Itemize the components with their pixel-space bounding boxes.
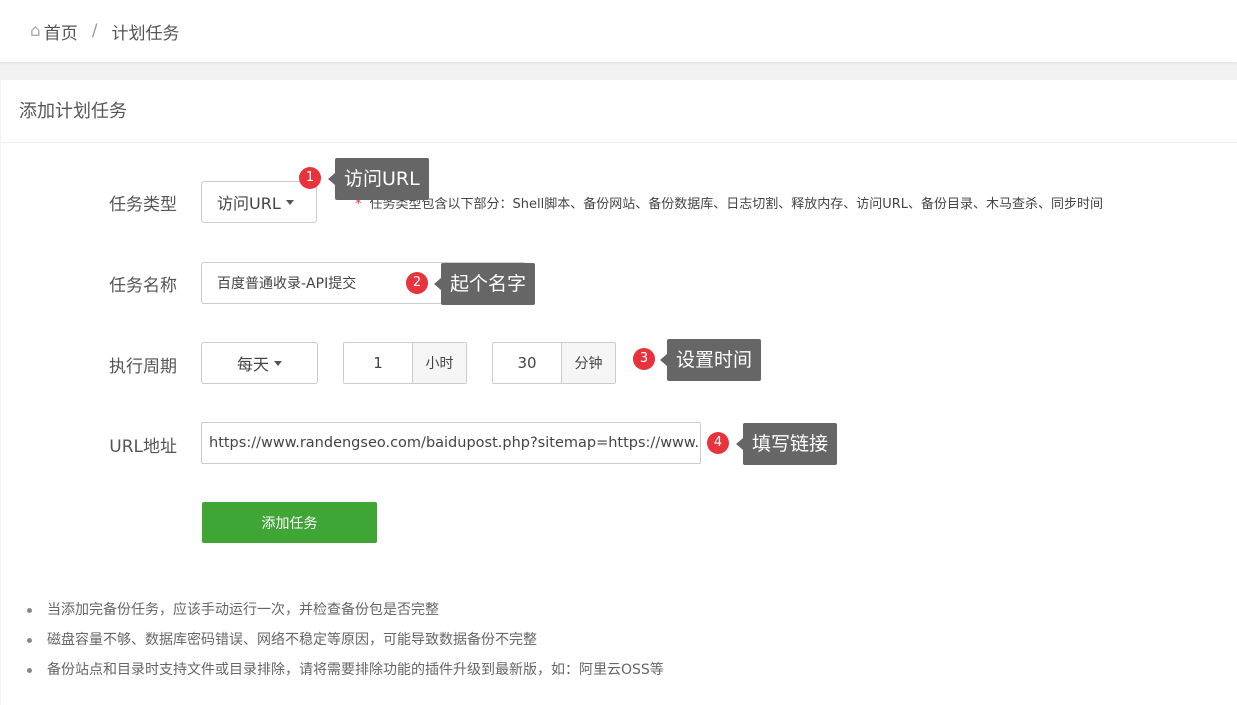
add-task-button[interactable]: 添加任务: [202, 502, 377, 543]
minute-unit: 分钟: [561, 343, 615, 383]
url-input[interactable]: https://www.randengseo.com/baidupost.php…: [201, 422, 701, 464]
annotation-tooltip-1: 访问URL: [328, 158, 429, 200]
home-icon[interactable]: ⌂: [30, 21, 41, 41]
annotation-badge-1: 1: [299, 167, 321, 189]
annotation-tooltip-2: 起个名字: [433, 263, 536, 305]
task-type-label: 任务类型: [109, 195, 177, 215]
breadcrumb: ⌂ 首页 / 计划任务: [0, 0, 1237, 62]
task-type-value: 访问URL: [217, 194, 281, 213]
url-label: URL地址: [109, 437, 177, 457]
minute-input[interactable]: 30 分钟: [492, 342, 616, 384]
task-type-select[interactable]: 访问URL: [201, 181, 317, 223]
hour-value: 1: [373, 354, 383, 372]
task-name-label: 任务名称: [109, 276, 177, 296]
annotation-badge-3: 3: [633, 348, 655, 370]
caret-down-icon: [274, 360, 282, 366]
breadcrumb-home[interactable]: 首页: [44, 19, 78, 44]
annotation-badge-4: 4: [707, 432, 729, 454]
task-type-hint: * 任务类型包含以下部分：Shell脚本、备份网站、备份数据库、日志切割、释放内存…: [355, 193, 1103, 212]
caret-down-icon: [285, 199, 294, 205]
annotation-tooltip-4: 填写链接: [735, 423, 838, 465]
notes-list: 当添加完备份任务，应该手动运行一次，并检查备份包是否完整 磁盘容量不够、数据库密…: [27, 600, 664, 690]
cycle-select[interactable]: 每天: [201, 342, 318, 384]
cycle-value: 每天: [236, 355, 269, 374]
url-value: https://www.randengseo.com/baidupost.php…: [209, 435, 700, 451]
note-item: 磁盘容量不够、数据库密码错误、网络不稳定等原因，可能导致数据备份不完整: [27, 630, 664, 660]
breadcrumb-separator: /: [91, 21, 98, 41]
breadcrumb-current: 计划任务: [111, 23, 180, 44]
note-item: 当添加完备份任务，应该手动运行一次，并检查备份包是否完整: [27, 600, 664, 630]
hour-input[interactable]: 1 小时: [343, 342, 467, 384]
annotation-badge-2: 2: [406, 272, 428, 294]
task-name-value: 百度普通收录-API提交: [217, 276, 357, 292]
add-task-card: 添加计划任务 任务类型 访问URL * 任务类型包含以下部分：Shell脚本、备份…: [1, 80, 1237, 705]
hour-unit: 小时: [412, 343, 466, 383]
minute-value: 30: [517, 354, 537, 372]
annotation-tooltip-3: 设置时间: [659, 339, 762, 381]
note-item: 备份站点和目录时支持文件或目录排除，请将需要排除功能的插件升级到最新版，如：阿里…: [27, 660, 664, 690]
cycle-label: 执行周期: [109, 357, 177, 377]
hint-text: 任务类型包含以下部分：Shell脚本、备份网站、备份数据库、日志切割、释放内存、…: [369, 197, 1104, 212]
card-title: 添加计划任务: [1, 80, 1237, 143]
